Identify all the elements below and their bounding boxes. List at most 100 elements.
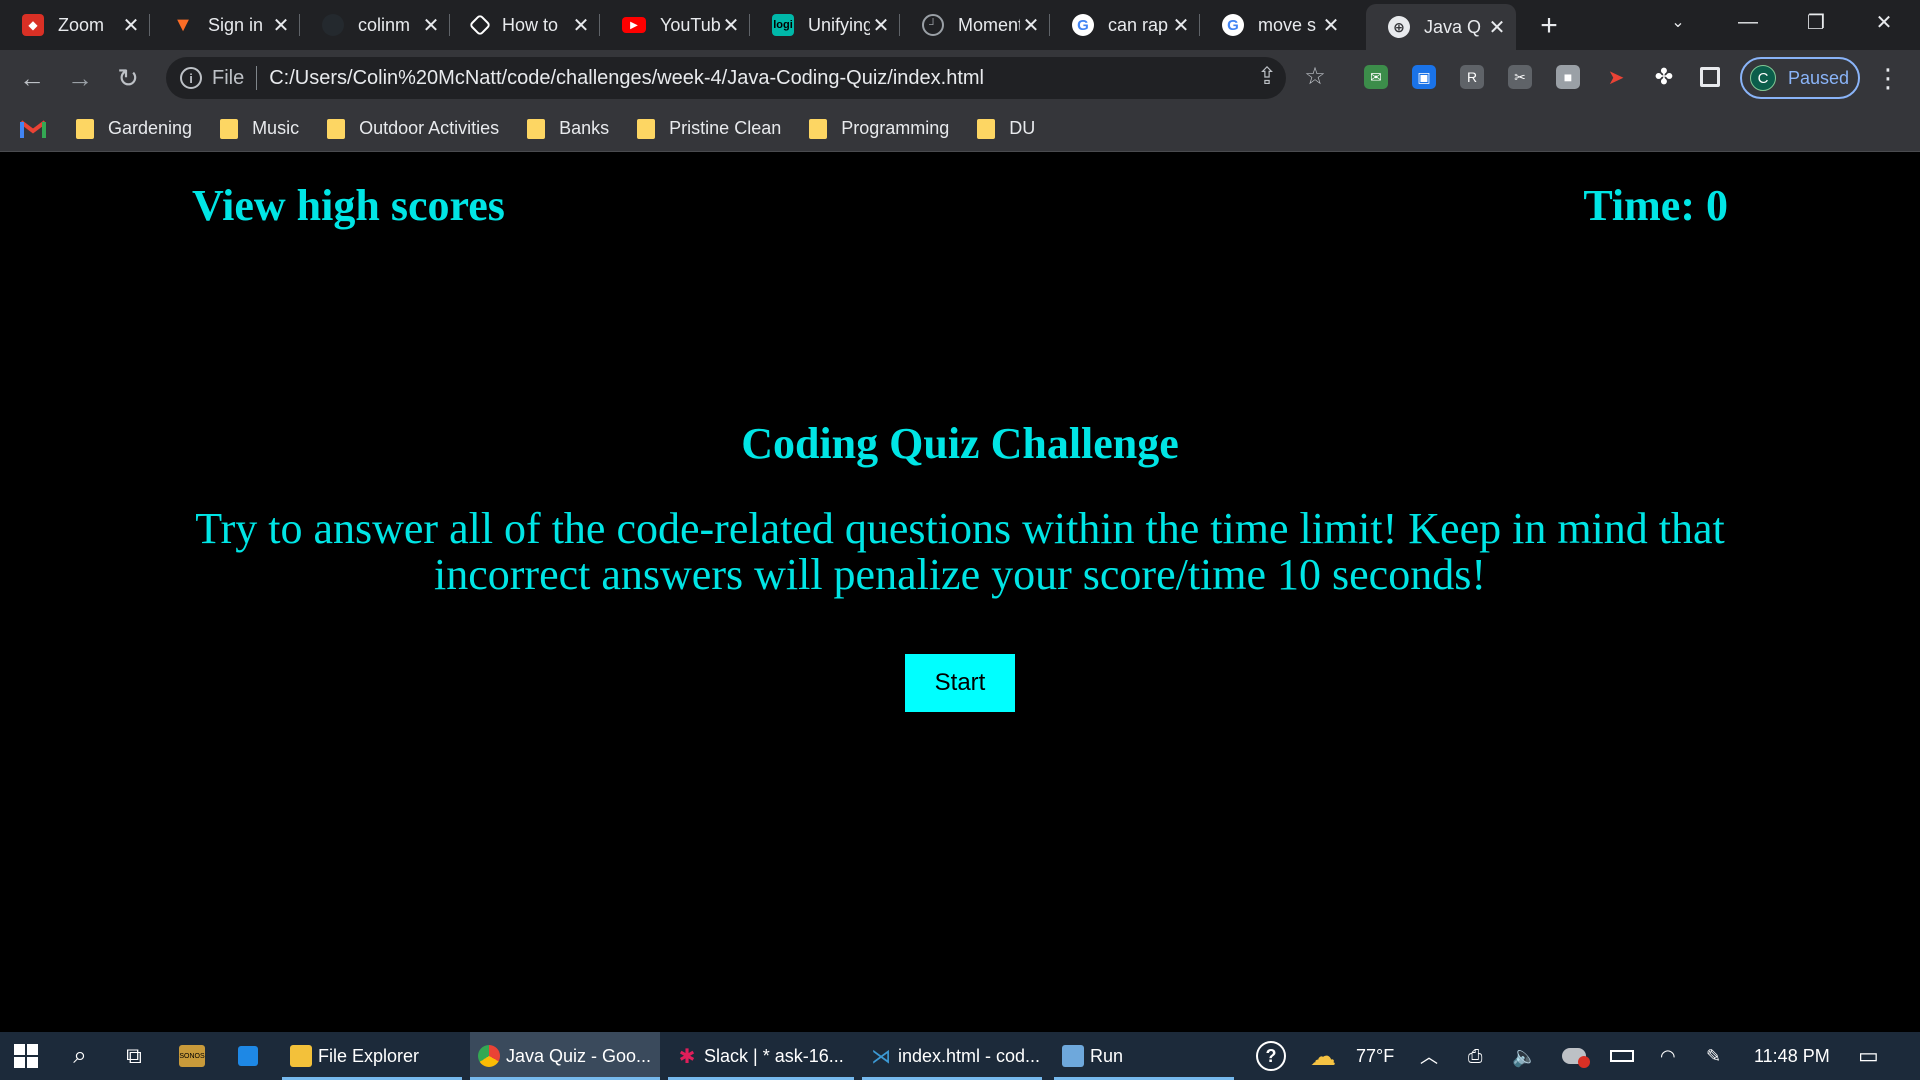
close-icon[interactable]: ✕ [1486, 16, 1508, 39]
close-window-button[interactable]: ✕ [1850, 0, 1918, 44]
bookmark-programming[interactable]: Programming [809, 118, 949, 139]
weather-icon[interactable]: ☁ [1310, 1032, 1336, 1080]
folder-icon [290, 1045, 312, 1067]
tab-title: YouTube [660, 14, 720, 35]
bookmark-du[interactable]: DU [977, 118, 1035, 139]
run-icon [1062, 1045, 1084, 1067]
close-icon[interactable]: ✕ [570, 14, 592, 37]
profile-button[interactable]: C Paused [1740, 57, 1860, 99]
tab-can-rap[interactable]: G can rap ✕ [1050, 6, 1200, 44]
gitlab-icon: ▼ [173, 13, 193, 36]
tab-github[interactable]: colinm ✕ [300, 6, 450, 44]
avatar: C [1750, 65, 1776, 91]
app-icon[interactable] [232, 1040, 264, 1072]
tab-title: move s [1258, 14, 1317, 35]
wifi-icon[interactable]: ◠ [1660, 1032, 1676, 1080]
url-text[interactable]: C:/Users/Colin%20McNatt/code/challenges/… [269, 67, 984, 90]
tab-search-icon[interactable]: ⌄ [1644, 0, 1712, 44]
bookmark-music[interactable]: Music [220, 118, 299, 139]
taskbar-app-file-explorer[interactable]: File Explorer [282, 1032, 462, 1080]
quiz-description: Try to answer all of the code-related qu… [195, 504, 1725, 599]
taskbar-app-run[interactable]: Run [1054, 1032, 1234, 1080]
minimize-button[interactable]: — [1714, 0, 1782, 44]
forward-arrow-icon[interactable]: → [62, 60, 98, 96]
side-panel-icon[interactable] [1700, 67, 1720, 87]
temperature[interactable]: 77°F [1356, 1032, 1394, 1080]
new-tab-button[interactable]: + [1533, 9, 1565, 42]
windows-start-icon[interactable] [10, 1040, 42, 1072]
folder-icon [76, 118, 94, 139]
search-icon[interactable]: ⌕ [64, 1040, 96, 1072]
extension-icon[interactable]: ▣ [1412, 65, 1436, 89]
bookmark-star-icon[interactable]: ☆ [1300, 61, 1330, 91]
extension-icon[interactable]: ➤ [1604, 65, 1628, 89]
taskbar-app-slack[interactable]: ✱ Slack | * ask-16... [668, 1032, 854, 1080]
diamond-icon [468, 13, 492, 37]
start-button[interactable]: Start [905, 654, 1015, 712]
globe-icon: ⊕ [1388, 16, 1410, 38]
tab-sign-in[interactable]: ▼ Sign in ✕ [150, 6, 300, 44]
view-high-scores-link[interactable]: View high scores [192, 180, 505, 231]
browser-tab-strip: ◆ Zoom ✕ ▼ Sign in ✕ colinm ✕ How to ✕ ▶… [0, 0, 1920, 50]
chrome-icon [478, 1045, 500, 1067]
volume-icon[interactable]: 🔈 [1512, 1032, 1537, 1080]
close-icon[interactable]: ✕ [120, 14, 142, 37]
tab-zoom[interactable]: ◆ Zoom ✕ [0, 6, 150, 44]
windows-taskbar: ⌕ ⧉ SONOS File Explorer Java Quiz - Goo.… [0, 1032, 1920, 1080]
taskbar-app-vscode[interactable]: ⋊ index.html - cod... [862, 1032, 1042, 1080]
tab-title: Sign in [208, 14, 264, 35]
close-icon[interactable]: ✕ [720, 14, 742, 37]
url-scheme: File [212, 66, 245, 89]
taskbar-app-chrome[interactable]: Java Quiz - Goo... [470, 1032, 660, 1080]
address-bar[interactable]: i File C:/Users/Colin%20McNatt/code/chal… [166, 57, 1286, 99]
onedrive-error-icon[interactable] [1562, 1032, 1590, 1080]
clock[interactable]: 11:48 PM [1754, 1032, 1830, 1080]
close-icon[interactable]: ✕ [870, 14, 892, 37]
youtube-icon: ▶ [622, 17, 646, 33]
task-view-icon[interactable]: ⧉ [118, 1040, 150, 1072]
tab-how-to[interactable]: How to ✕ [450, 6, 600, 44]
puzzle-extensions-icon[interactable]: ✤ [1652, 64, 1676, 89]
extension-icon[interactable]: R [1460, 65, 1484, 89]
extension-icon[interactable]: ✂ [1508, 65, 1532, 89]
restore-button[interactable]: ❐ [1782, 0, 1850, 44]
sonos-icon[interactable]: SONOS [176, 1040, 208, 1072]
close-icon[interactable]: ✕ [1320, 14, 1342, 37]
bookmark-outdoor-activities[interactable]: Outdoor Activities [327, 118, 499, 139]
close-icon[interactable]: ✕ [270, 14, 292, 37]
chevron-up-icon[interactable]: ︿ [1420, 1032, 1438, 1080]
notification-icon[interactable]: ▭ [1858, 1032, 1879, 1080]
gmail-icon[interactable] [19, 119, 47, 139]
bookmark-gardening[interactable]: Gardening [76, 118, 192, 139]
slack-icon: ✱ [678, 1045, 696, 1068]
tab-title: How to [502, 14, 559, 35]
tab-youtube[interactable]: ▶ YouTube ✕ [600, 6, 750, 44]
github-icon [322, 14, 344, 36]
bookmark-banks[interactable]: Banks [527, 118, 609, 139]
bookmark-pristine-clean[interactable]: Pristine Clean [637, 118, 781, 139]
meet-now-icon[interactable]: ⎙ [1468, 1032, 1482, 1080]
tab-move-s[interactable]: G move s ✕ [1200, 6, 1350, 44]
folder-icon [809, 118, 828, 139]
back-arrow-icon[interactable]: ← [14, 60, 50, 96]
google-icon: G [1072, 14, 1094, 36]
close-icon[interactable]: ✕ [1020, 14, 1042, 37]
quiz-page: View high scores Time: 0 Coding Quiz Cha… [0, 152, 1920, 1032]
extension-icon[interactable]: ■ [1556, 65, 1580, 89]
tab-java-quiz[interactable]: ⊕ Java Q ✕ [1366, 4, 1516, 50]
tab-title: can rap [1108, 14, 1169, 35]
tab-title: Unifying [808, 14, 870, 35]
pen-icon[interactable]: ✎ [1706, 1032, 1721, 1080]
extension-icon[interactable]: ✉ [1364, 65, 1388, 89]
profile-status: Paused [1788, 67, 1850, 88]
share-icon[interactable]: ⇪ [1252, 61, 1282, 91]
close-icon[interactable]: ✕ [420, 14, 442, 37]
info-icon[interactable]: i [180, 67, 202, 89]
more-menu-icon[interactable]: ⋮ [1875, 60, 1901, 96]
close-icon[interactable]: ✕ [1170, 14, 1192, 37]
battery-icon[interactable] [1610, 1032, 1634, 1080]
help-icon[interactable]: ? [1256, 1032, 1286, 1080]
tab-unifying[interactable]: logi Unifying ✕ [750, 6, 900, 44]
reload-icon[interactable]: ↻ [110, 60, 146, 96]
tab-moment[interactable]: ┘ Moment ✕ [900, 6, 1050, 44]
